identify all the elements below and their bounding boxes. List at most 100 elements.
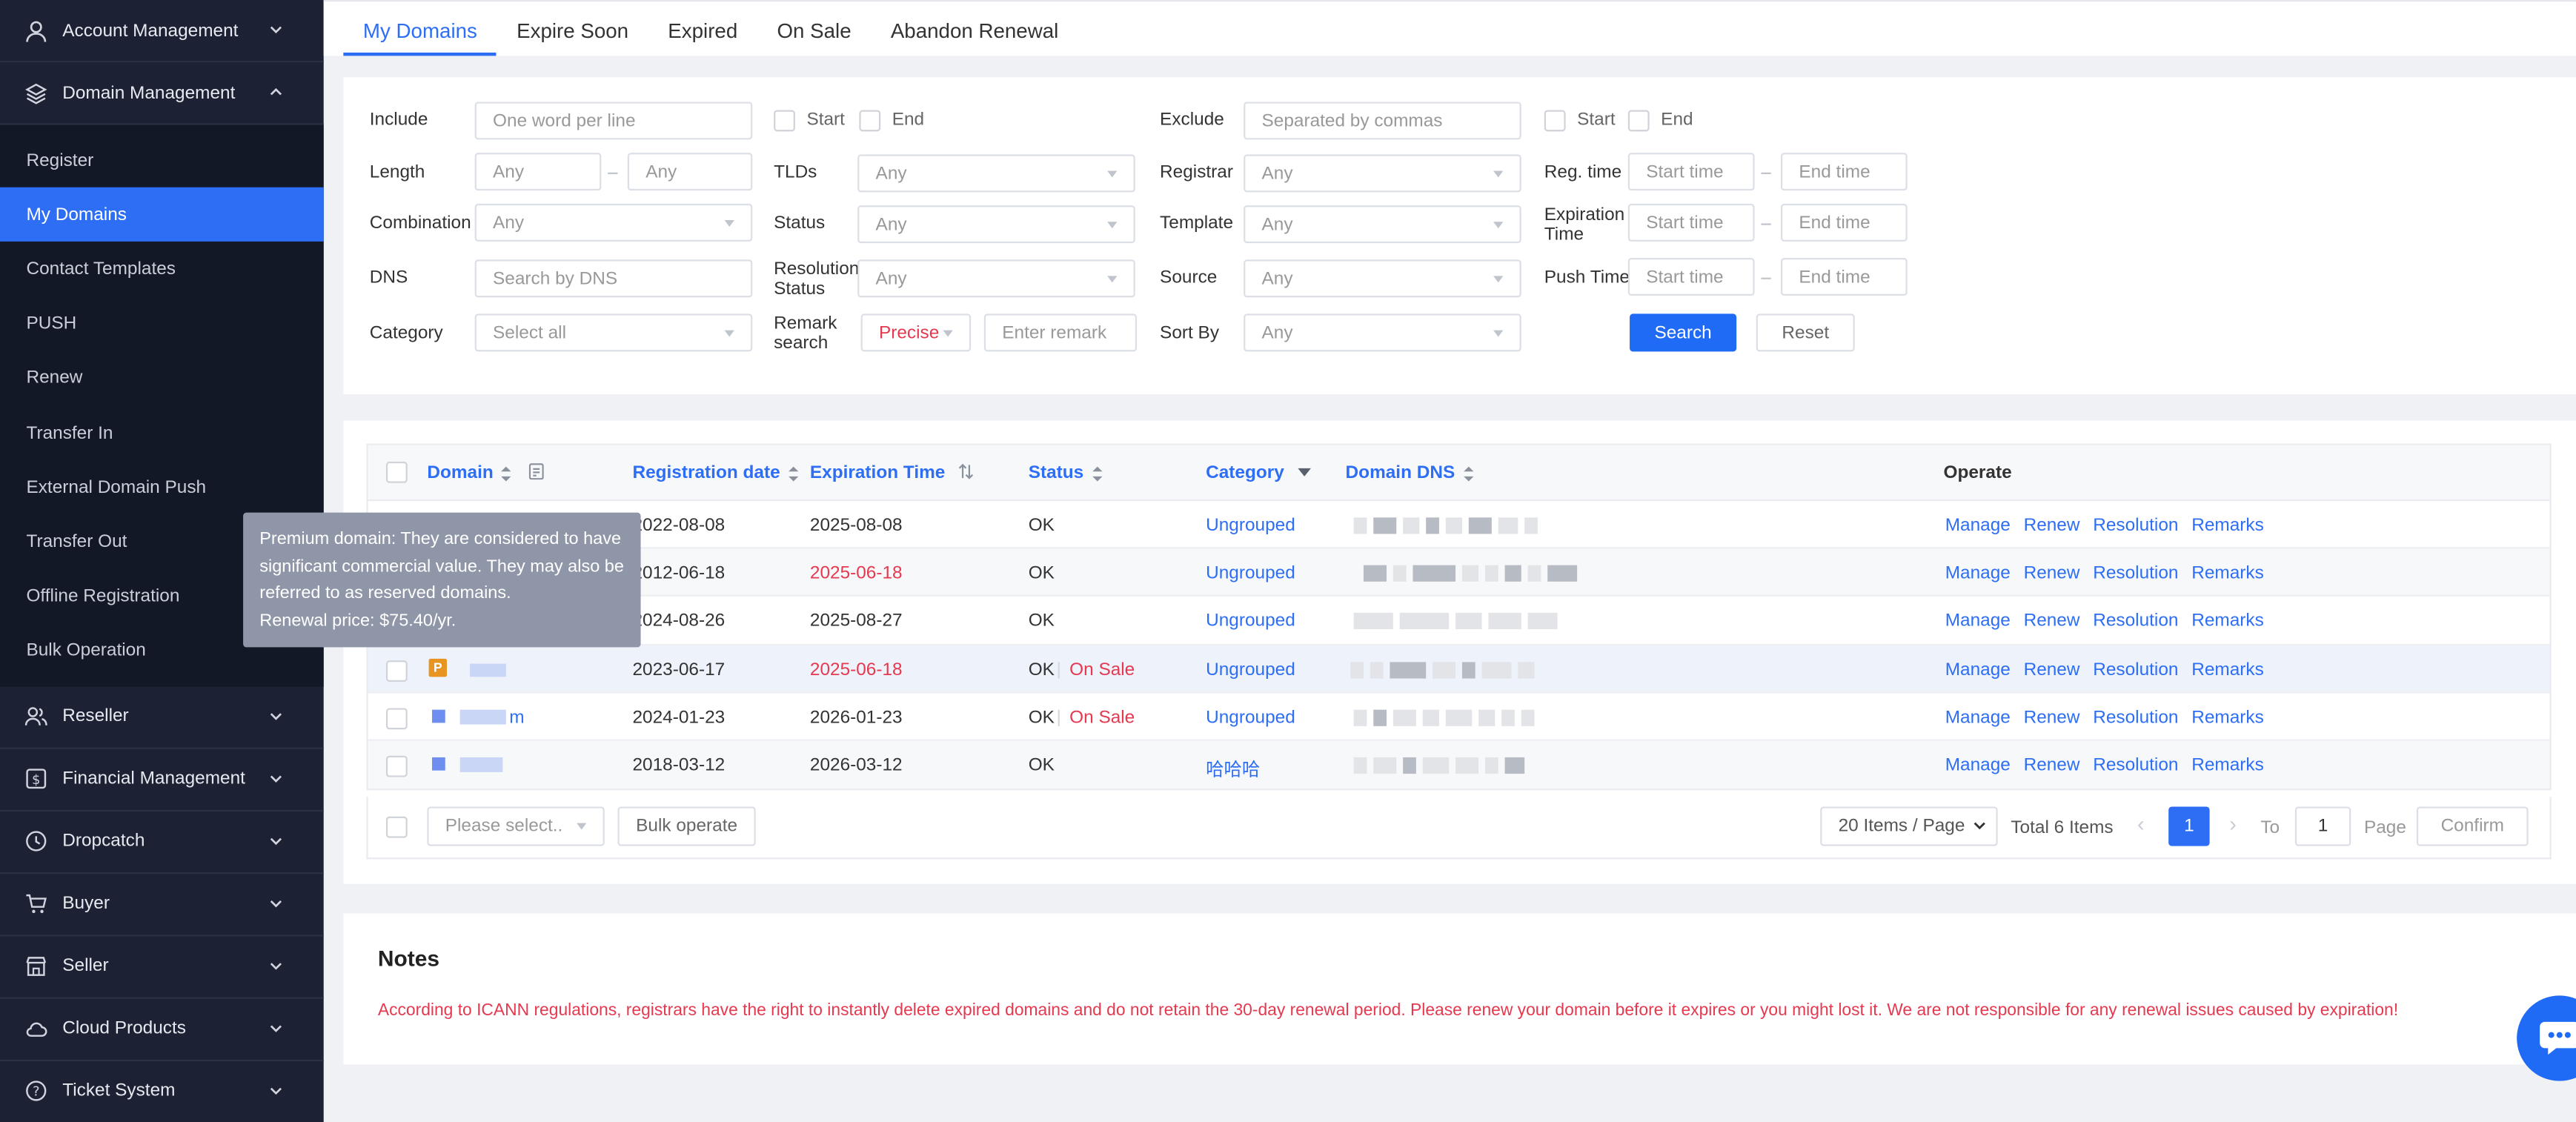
manage-link[interactable]: Manage xyxy=(1945,708,2011,728)
column-expiration-time[interactable]: Expiration Time xyxy=(810,463,975,483)
confirm-page-button[interactable]: Confirm xyxy=(2416,806,2529,846)
remarks-link[interactable]: Remarks xyxy=(2191,660,2264,680)
resolution-link[interactable]: Resolution xyxy=(2093,708,2178,728)
row-checkbox[interactable] xyxy=(385,755,408,777)
resolution-status-select[interactable]: Any xyxy=(857,259,1135,298)
sidebar-group-seller[interactable]: Seller xyxy=(0,936,324,999)
page-size-select[interactable]: 20 Items / Page xyxy=(1820,806,1998,846)
renew-link[interactable]: Renew xyxy=(2024,756,2080,776)
tab-expire-soon[interactable]: Expire Soon xyxy=(517,20,628,56)
exclude-input[interactable]: Separated by commas xyxy=(1244,102,1521,140)
sidebar-item-transfer-in[interactable]: Transfer In xyxy=(0,405,324,460)
resolution-link[interactable]: Resolution xyxy=(2093,564,2178,584)
registrar-select[interactable]: Any xyxy=(1244,154,1521,193)
category-link[interactable]: 哈哈哈 xyxy=(1206,756,1260,782)
renew-link[interactable]: Renew xyxy=(2024,660,2080,680)
domain-name-redacted[interactable] xyxy=(459,709,506,725)
remark-mode-select[interactable]: Precise xyxy=(860,313,972,352)
resolution-link[interactable]: Resolution xyxy=(2093,660,2178,680)
renew-link[interactable]: Renew xyxy=(2024,564,2080,584)
row-checkbox[interactable] xyxy=(385,707,408,729)
tlds-select[interactable]: Any xyxy=(857,154,1135,193)
expiration-start-input[interactable]: Start time xyxy=(1627,203,1755,242)
tab-on-sale[interactable]: On Sale xyxy=(777,20,851,56)
exclude-start-checkbox[interactable] xyxy=(1544,110,1566,132)
sort-by-select[interactable]: Any xyxy=(1244,313,1521,352)
manage-link[interactable]: Manage xyxy=(1945,756,2011,776)
domain-name-redacted[interactable] xyxy=(470,663,506,677)
remarks-link[interactable]: Remarks xyxy=(2191,516,2264,536)
next-page-icon[interactable]: › xyxy=(2229,813,2237,834)
sidebar-group-account-management[interactable]: Account Management xyxy=(0,0,324,63)
dns-input[interactable]: Search by DNS xyxy=(474,259,753,298)
renew-link[interactable]: Renew xyxy=(2024,611,2080,631)
sidebar-item-renew[interactable]: Renew xyxy=(0,351,324,406)
sidebar-item-push[interactable]: PUSH xyxy=(0,296,324,351)
category-link[interactable]: Ungrouped xyxy=(1206,708,1295,728)
sidebar-group-financial-management[interactable]: $ Financial Management xyxy=(0,749,324,811)
combination-select[interactable]: Any xyxy=(474,203,753,242)
sidebar-group-reseller[interactable]: Reseller xyxy=(0,686,324,749)
manage-link[interactable]: Manage xyxy=(1945,660,2011,680)
column-registration-date[interactable]: Registration date xyxy=(632,463,799,483)
resolution-link[interactable]: Resolution xyxy=(2093,756,2178,776)
search-button[interactable]: Search xyxy=(1630,313,1737,352)
manage-link[interactable]: Manage xyxy=(1945,611,2011,631)
push-time-start-input[interactable]: Start time xyxy=(1627,258,1755,296)
manage-link[interactable]: Manage xyxy=(1945,516,2011,536)
domain-name-suffix[interactable]: m xyxy=(509,708,524,728)
resolution-link[interactable]: Resolution xyxy=(2093,611,2178,631)
length-max-input[interactable]: Any xyxy=(627,153,753,191)
sidebar-group-domain-management[interactable]: Domain Management xyxy=(0,62,324,125)
sidebar-group-cloud-products[interactable]: Cloud Products xyxy=(0,999,324,1061)
bulk-operate-button[interactable]: Bulk operate xyxy=(617,806,756,846)
category-link[interactable]: Ungrouped xyxy=(1206,516,1295,536)
tab-expired[interactable]: Expired xyxy=(668,20,737,56)
remarks-link[interactable]: Remarks xyxy=(2191,756,2264,776)
resolution-link[interactable]: Resolution xyxy=(2093,516,2178,536)
select-all-checkbox[interactable] xyxy=(385,461,408,483)
category-link[interactable]: Ungrouped xyxy=(1206,611,1295,631)
reg-time-start-input[interactable]: Start time xyxy=(1627,153,1755,191)
column-status[interactable]: Status xyxy=(1029,463,1102,483)
include-end-checkbox[interactable] xyxy=(859,110,881,132)
include-start-checkbox[interactable] xyxy=(774,110,795,132)
sidebar-item-my-domains[interactable]: My Domains xyxy=(0,187,324,242)
reg-time-end-input[interactable]: End time xyxy=(1781,153,1908,191)
prev-page-icon[interactable]: ‹ xyxy=(2137,813,2145,834)
sidebar-group-ticket-system[interactable]: ? Ticket System xyxy=(0,1061,324,1122)
sidebar-group-buyer[interactable]: Buyer xyxy=(0,874,324,937)
remarks-link[interactable]: Remarks xyxy=(2191,708,2264,728)
bulk-operation-select[interactable]: Please select.. xyxy=(427,806,605,846)
footer-select-all-checkbox[interactable] xyxy=(385,816,408,838)
domain-name-redacted[interactable] xyxy=(459,757,503,772)
category-link[interactable]: Ungrouped xyxy=(1206,564,1295,584)
page-jump-input[interactable]: 1 xyxy=(2294,806,2351,846)
length-min-input[interactable]: Any xyxy=(474,153,602,191)
template-select[interactable]: Any xyxy=(1244,205,1521,244)
status-select[interactable]: Any xyxy=(857,205,1135,244)
category-link[interactable]: Ungrouped xyxy=(1206,660,1295,680)
sidebar-item-contact-templates[interactable]: Contact Templates xyxy=(0,242,324,297)
column-domain[interactable]: Domain xyxy=(427,463,545,483)
remark-input[interactable]: Enter remark xyxy=(983,313,1138,352)
premium-badge-icon[interactable]: P xyxy=(428,657,447,677)
category-select[interactable]: Select all xyxy=(474,313,753,352)
remarks-link[interactable]: Remarks xyxy=(2191,611,2264,631)
manage-link[interactable]: Manage xyxy=(1945,564,2011,584)
renew-link[interactable]: Renew xyxy=(2024,708,2080,728)
expiration-end-input[interactable]: End time xyxy=(1781,203,1908,242)
sidebar-item-external-domain-push[interactable]: External Domain Push xyxy=(0,460,324,515)
include-input[interactable]: One word per line xyxy=(474,102,753,140)
remarks-link[interactable]: Remarks xyxy=(2191,564,2264,584)
column-domain-dns[interactable]: Domain DNS xyxy=(1346,463,1473,483)
reset-button[interactable]: Reset xyxy=(1756,313,1855,352)
exclude-end-checkbox[interactable] xyxy=(1627,110,1650,132)
sidebar-item-register[interactable]: Register xyxy=(0,133,324,188)
source-select[interactable]: Any xyxy=(1244,259,1521,298)
row-checkbox[interactable] xyxy=(385,660,408,682)
sidebar-group-dropcatch[interactable]: Dropcatch xyxy=(0,811,324,874)
tab-abandon-renewal[interactable]: Abandon Renewal xyxy=(891,20,1058,56)
page-1-button[interactable]: 1 xyxy=(2168,806,2210,846)
renew-link[interactable]: Renew xyxy=(2024,516,2080,536)
